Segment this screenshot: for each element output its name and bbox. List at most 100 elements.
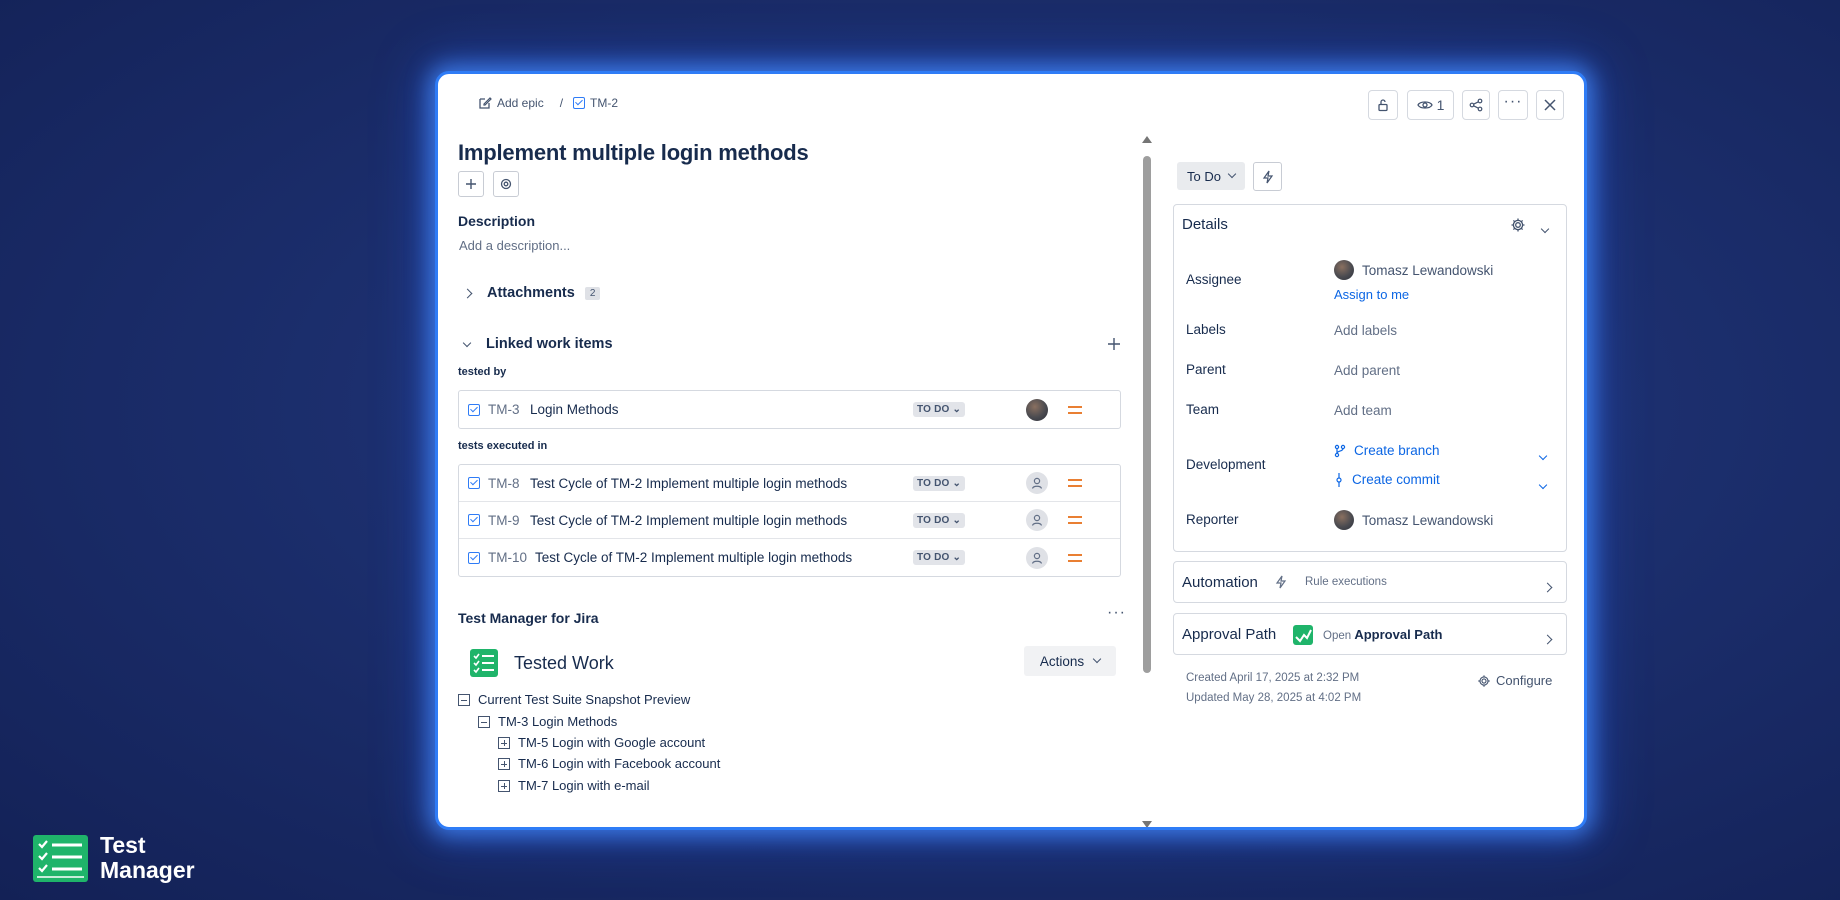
- more-actions-button[interactable]: ···: [1498, 90, 1528, 120]
- chevron-down-icon: [1538, 480, 1548, 490]
- collapse-icon[interactable]: [478, 715, 490, 728]
- scroll-up-arrow-icon[interactable]: [1142, 136, 1152, 143]
- tree-node[interactable]: TM-6 Login with Facebook account: [498, 756, 720, 771]
- chevron-down-icon: [462, 338, 472, 347]
- lightning-icon: [1262, 170, 1273, 183]
- assign-to-me-link[interactable]: Assign to me: [1334, 287, 1409, 302]
- branch-dropdown-button[interactable]: [1538, 446, 1548, 464]
- assignee-value[interactable]: Tomasz Lewandowski: [1334, 260, 1493, 280]
- test-manager-more-button[interactable]: ···: [1107, 604, 1126, 622]
- team-value[interactable]: Add team: [1334, 403, 1392, 418]
- automation-panel[interactable]: Automation Rule executions: [1173, 561, 1567, 603]
- tree-node[interactable]: TM-7 Login with e-mail: [498, 778, 650, 793]
- tree-node-label: TM-6 Login with Facebook account: [518, 756, 721, 771]
- test-manager-logo-icon: [470, 649, 498, 682]
- table-row[interactable]: TM-8 Test Cycle of TM-2 Implement multip…: [459, 465, 1120, 502]
- reporter-value[interactable]: Tomasz Lewandowski: [1334, 510, 1493, 530]
- collapse-icon[interactable]: [458, 693, 470, 706]
- chevron-right-icon: [1542, 578, 1553, 596]
- row-summary[interactable]: Test Cycle of TM-2 Implement multiple lo…: [530, 476, 847, 491]
- tree-node[interactable]: TM-5 Login with Google account: [498, 735, 705, 750]
- labels-label: Labels: [1186, 322, 1226, 337]
- table-row[interactable]: TM-9 Test Cycle of TM-2 Implement multip…: [459, 502, 1120, 539]
- create-commit-label: Create commit: [1352, 472, 1440, 487]
- avatar[interactable]: [1026, 472, 1048, 494]
- status-label: TO DO: [917, 404, 950, 415]
- issue-key-link[interactable]: TM-2: [573, 96, 618, 110]
- add-epic-label: Add epic: [497, 96, 544, 110]
- create-branch-link[interactable]: Create branch: [1334, 443, 1440, 458]
- details-collapse-button[interactable]: [1540, 219, 1550, 237]
- details-settings-button[interactable]: [1510, 217, 1526, 238]
- user-icon: [1031, 552, 1043, 564]
- configure-button[interactable]: Configure: [1477, 673, 1552, 688]
- scrollbar[interactable]: [1142, 134, 1152, 827]
- approval-label: Approval Path: [1182, 626, 1277, 643]
- row-key[interactable]: TM-9: [488, 513, 520, 528]
- labels-value[interactable]: Add labels: [1334, 323, 1397, 338]
- quick-automation-button[interactable]: [1253, 162, 1282, 191]
- priority-medium-icon: [1068, 516, 1082, 524]
- issue-title[interactable]: Implement multiple login methods: [458, 140, 809, 166]
- details-heading[interactable]: Details: [1182, 216, 1228, 233]
- status-badge[interactable]: TO DO ⌄: [913, 550, 966, 565]
- status-badge[interactable]: TO DO ⌄: [913, 475, 966, 491]
- approval-open-link[interactable]: Open Approval Path: [1323, 627, 1442, 642]
- row-summary[interactable]: Test Cycle of TM-2 Implement multiple lo…: [530, 513, 847, 528]
- eye-icon: [1416, 101, 1433, 109]
- avatar[interactable]: [1026, 398, 1048, 421]
- create-commit-link[interactable]: Create commit: [1334, 472, 1440, 487]
- close-button[interactable]: [1536, 90, 1564, 120]
- status-badge[interactable]: TO DO ⌄: [913, 402, 966, 417]
- row-summary[interactable]: Test Cycle of TM-2 Implement multiple lo…: [535, 550, 852, 565]
- add-epic-link[interactable]: Add epic: [478, 96, 544, 110]
- linked-items-heading: Linked work items: [486, 336, 613, 352]
- close-icon: [1544, 99, 1556, 111]
- actions-dropdown[interactable]: Actions: [1024, 646, 1116, 676]
- lock-button[interactable]: [1368, 90, 1398, 120]
- scroll-down-arrow-icon[interactable]: [1142, 821, 1152, 827]
- automation-label: Automation: [1182, 574, 1258, 591]
- approval-path-panel[interactable]: Approval Path Open Approval Path: [1173, 613, 1567, 655]
- tree-node[interactable]: TM-3 Login Methods: [478, 714, 617, 729]
- actions-label: Actions: [1039, 653, 1085, 669]
- branch-icon: [1334, 444, 1346, 457]
- row-key[interactable]: TM-10: [488, 550, 527, 565]
- parent-value[interactable]: Add parent: [1334, 363, 1400, 378]
- status-badge[interactable]: TO DO ⌄: [913, 512, 966, 528]
- created-timestamp: Created April 17, 2025 at 2:32 PM: [1186, 672, 1360, 684]
- row-key[interactable]: TM-3: [488, 402, 520, 417]
- plus-icon: [466, 179, 476, 189]
- description-heading: Description: [458, 213, 536, 229]
- expand-icon[interactable]: [498, 779, 510, 792]
- row-summary[interactable]: Login Methods: [530, 402, 619, 417]
- tree-node[interactable]: Current Test Suite Snapshot Preview: [458, 692, 690, 707]
- apps-button[interactable]: [493, 171, 519, 197]
- settings-icon: [500, 178, 512, 190]
- avatar[interactable]: [1026, 546, 1048, 569]
- attachments-toggle[interactable]: Attachments 2: [462, 285, 601, 301]
- add-link-button[interactable]: [1107, 337, 1121, 356]
- watch-button[interactable]: 1: [1407, 90, 1454, 120]
- brand-line-1: Test: [100, 832, 146, 858]
- attachments-label: Attachments: [487, 285, 575, 301]
- add-child-button[interactable]: [458, 171, 484, 197]
- gear-icon: [1511, 218, 1525, 232]
- task-checkbox-icon: [468, 514, 480, 526]
- expand-icon[interactable]: [498, 757, 510, 770]
- description-placeholder[interactable]: Add a description...: [459, 238, 570, 253]
- avatar: [1334, 260, 1354, 280]
- status-dropdown[interactable]: To Do: [1177, 162, 1245, 190]
- table-row[interactable]: TM-10 Test Cycle of TM-2 Implement multi…: [459, 539, 1120, 576]
- scroll-thumb[interactable]: [1143, 156, 1151, 673]
- gear-icon: [1478, 674, 1490, 687]
- linked-items-toggle[interactable]: Linked work items: [462, 336, 613, 352]
- expand-icon[interactable]: [498, 736, 510, 749]
- breadcrumb: Add epic / TM-2: [478, 96, 618, 110]
- table-row[interactable]: TM-3 Login Methods TO DO ⌄: [459, 391, 1120, 428]
- commit-dropdown-button[interactable]: [1538, 475, 1548, 493]
- share-button[interactable]: [1462, 90, 1490, 120]
- avatar[interactable]: [1026, 509, 1048, 531]
- approval-path-link: Approval Path: [1354, 627, 1443, 642]
- row-key[interactable]: TM-8: [488, 476, 520, 491]
